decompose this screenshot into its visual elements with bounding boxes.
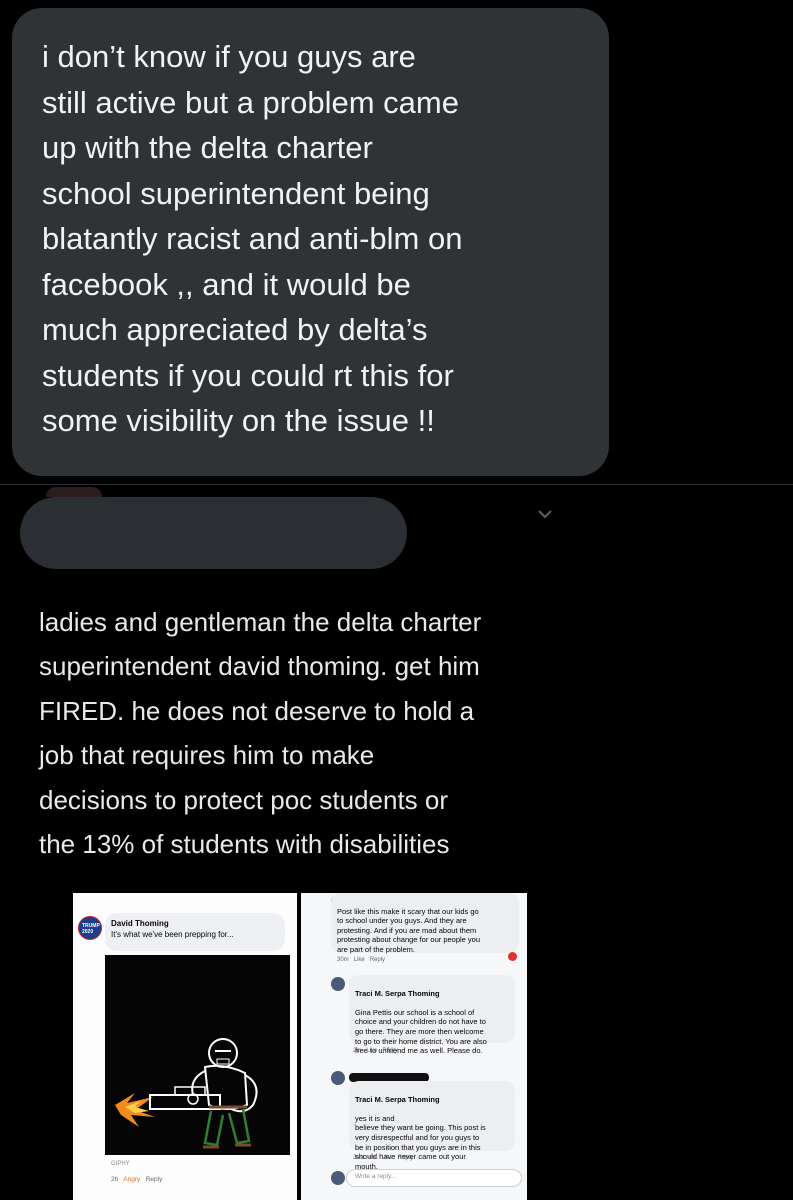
comment-meta: Just now Like Reply <box>353 1155 413 1161</box>
comment-bubble: Traci M. Serpa Thoming Gina Pettis our s… <box>349 975 515 1055</box>
chevron-down-icon[interactable] <box>536 508 554 520</box>
tweet-image-right[interactable]: Post like this make it scary that our ki… <box>301 893 527 1200</box>
comment-meta: 30m Like Reply <box>337 957 385 963</box>
comment-bubble: Post like this make it scary that our ki… <box>331 893 519 954</box>
dm-message-bubble[interactable]: i don’t know if you guys are still activ… <box>12 8 609 476</box>
badge-text: TRUMP 2020 <box>82 923 100 935</box>
reply-input[interactable]: Write a reply... <box>346 1169 522 1187</box>
reply-placeholder: Write a reply... <box>355 1173 397 1180</box>
dm-message-text: i don’t know if you guys are still activ… <box>42 39 463 438</box>
reply-link[interactable]: Reply <box>146 1176 163 1183</box>
comment-bubble: Traci M. Serpa Thoming yes it is and bel… <box>349 1081 515 1171</box>
avatar[interactable] <box>46 487 102 497</box>
soldier-gif-illustration <box>115 1038 258 1149</box>
reply-link[interactable]: Reply <box>398 1155 413 1161</box>
post-body: It's what we've been prepping for... <box>111 930 234 939</box>
angry-reaction-button[interactable]: Angry <box>123 1176 140 1183</box>
user-avatar <box>331 1171 345 1185</box>
reply-link[interactable]: Reply <box>370 957 385 963</box>
commenter-avatar <box>331 1071 345 1085</box>
comment-meta: 2m Like Reply <box>353 1048 398 1054</box>
post-author: David Thoming <box>111 919 169 928</box>
profile-badge-icon: TRUMP 2020 <box>78 916 102 940</box>
redacted-username <box>20 497 407 569</box>
comment-text: yes it is and believe they want be going… <box>355 1113 486 1171</box>
like-link[interactable]: Like <box>354 957 365 963</box>
post-footer: 2h Angry Reply <box>111 1176 162 1183</box>
comment-author[interactable]: Traci M. Serpa Thoming <box>355 989 509 999</box>
post-time: 2h <box>111 1176 119 1183</box>
commenter-avatar <box>331 977 345 991</box>
like-link[interactable]: Like <box>366 1048 377 1054</box>
like-link[interactable]: Like <box>382 1155 393 1161</box>
tweet-text: ladies and gentleman the delta charter s… <box>39 607 482 860</box>
giphy-label: GIPHY <box>111 1161 130 1167</box>
angry-reaction-icon <box>508 952 517 961</box>
comment-time: Just now <box>353 1155 377 1161</box>
divider <box>0 484 793 485</box>
comment-text: Post like this make it scary that our ki… <box>337 906 481 954</box>
gif-image <box>105 955 290 1155</box>
comment-author[interactable]: Traci M. Serpa Thoming <box>355 1095 509 1105</box>
post-header: David Thoming It's what we've been prepp… <box>105 913 285 951</box>
comment-time: 2m <box>353 1048 362 1054</box>
reply-link[interactable]: Reply <box>382 1048 397 1054</box>
comment-time: 30m <box>337 957 349 963</box>
tweet-image-left[interactable]: TRUMP 2020 David Thoming It's what we've… <box>73 893 297 1200</box>
